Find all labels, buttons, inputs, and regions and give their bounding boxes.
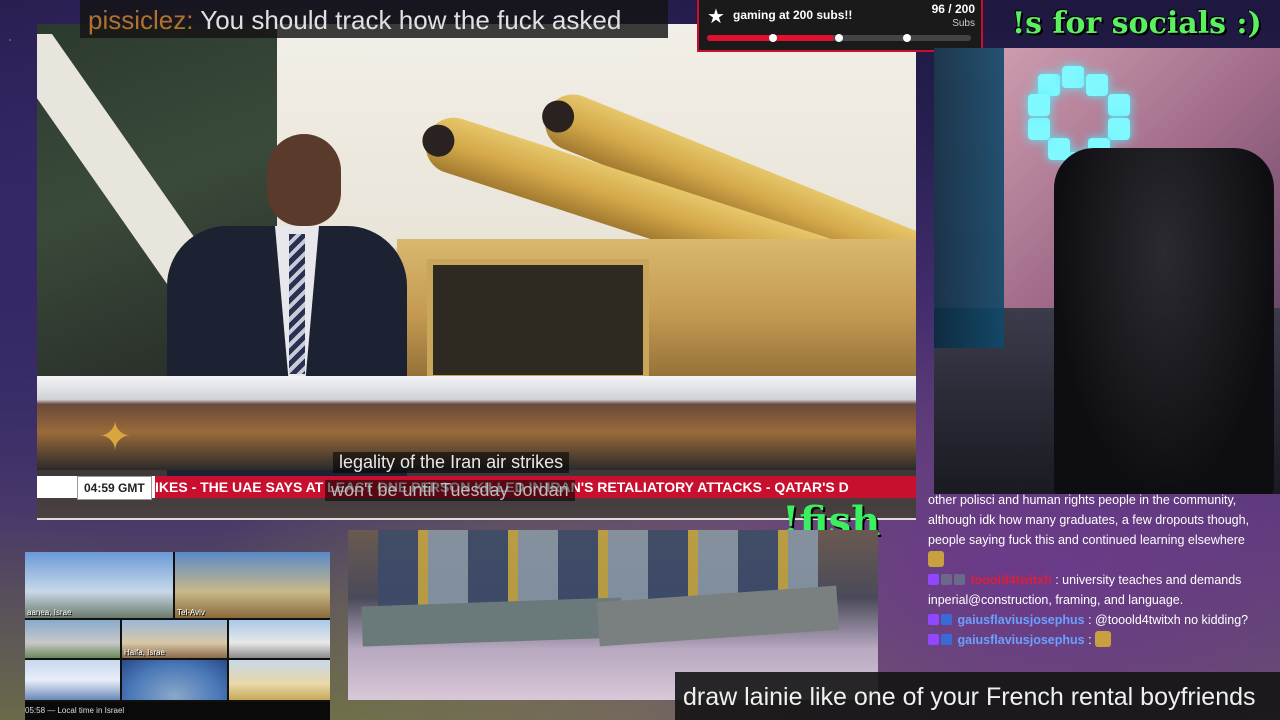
chat-line: other polisci and human rights people in… [928,493,1237,507]
goal-count: 96 / 200 [931,2,975,16]
star-badge-icon [941,574,952,585]
goal-marker [903,34,911,42]
local-time: 05:58 [25,706,46,715]
sub-badge-icon [928,634,939,645]
launcher-vehicle [397,239,916,389]
socials-command-label: !s for socials :) [1012,6,1262,41]
gaming-chair [1054,148,1274,494]
sub-badge-icon [928,614,939,625]
camera-feed [229,620,330,658]
chat-message: You should track how the fuck asked [193,5,622,35]
chat-username[interactable]: tooold4twitxh [970,573,1051,587]
star-icon: ★ [707,6,725,28]
chat-line [922,550,1280,570]
goal-marker [835,34,843,42]
chat-line: people saying fuck this and continued le… [928,533,1245,547]
news-video-feed[interactable]: ✦ IKES - THE UAE SAYS AT LEAST ONE PERSO… [37,24,916,520]
camera-grid-footer: 05:58 — Local time in Israel [25,702,330,720]
star-badge-icon [941,614,952,625]
emote-icon [928,551,944,567]
string-lights [934,48,1004,348]
featured-chat-message: draw lainie like one of your French rent… [675,672,1280,720]
chat-username[interactable]: gaiusflaviusjosephus [957,613,1084,627]
aljazeera-logo-icon: ✦ [98,414,132,460]
camera-feed: Haifa, Israe [122,620,227,658]
israel-camera-grid[interactable]: aanea, Israe Tel-Aviv Haifa, Israe 05:58… [25,552,330,720]
chat-panel[interactable]: other polisci and human rights people in… [922,490,1280,670]
camera-feed [25,660,120,700]
chat-line: gaiusflaviusjosephus : [922,630,1280,650]
chat-line: tooold4twitxh : university teaches and d… [922,570,1280,590]
chat-line: gaiusflaviusjosephus : @tooold4twitxh no… [922,610,1280,630]
sub-badge-icon [928,574,939,585]
camera-feed [25,620,120,658]
goal-marker [769,34,777,42]
goal-title: gaming at 200 subs!! [733,8,853,22]
camera-feed [229,660,330,700]
caption-line-2: won't be until Tuesday Jordan [325,480,575,501]
chat-username[interactable]: gaiusflaviusjosephus [957,633,1084,647]
mod-badge-icon [954,574,965,585]
grey-cloth [361,597,623,647]
caption-line-1: legality of the Iran air strikes [333,452,570,473]
camera-feed: Tel-Aviv [175,552,330,618]
local-time-label: Local time in Israel [57,706,125,715]
chat-line: although idk how many graduates, a few d… [928,513,1250,527]
chat-highlight-overlay: pissiclez: You should track how the fuck… [80,0,668,38]
streamer-webcam [934,48,1280,494]
goal-unit: Subs [952,18,975,29]
camera-feed [122,660,227,700]
camera-feed: aanea, Israe [25,552,173,618]
ticker-clock: 04:59 GMT [77,476,152,500]
chat-username: pissiclez: [88,5,194,35]
sub-goal-widget: ★ gaming at 200 subs!! 96 / 200 Subs [697,0,983,52]
goal-progress-bar [707,34,971,42]
chat-line: inperial@construction, framing, and lang… [928,593,1184,607]
star-badge-icon [941,634,952,645]
emote-icon [1095,631,1112,647]
